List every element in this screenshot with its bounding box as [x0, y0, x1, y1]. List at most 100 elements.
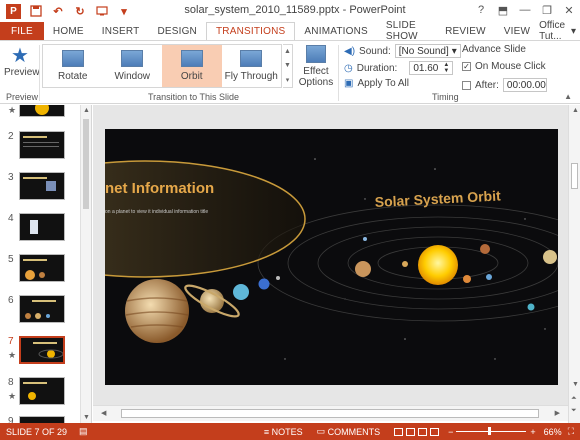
tab-file[interactable]: FILE	[0, 22, 44, 40]
gallery-more-icon[interactable]: ▾	[286, 76, 290, 84]
slide-thumbnail[interactable]: 3	[0, 172, 91, 212]
scroll-up-icon[interactable]: ▲	[572, 107, 579, 114]
apply-to-all-button[interactable]: ▣ Apply To All	[344, 78, 409, 89]
scrollbar-thumb[interactable]	[83, 119, 89, 209]
tab-view[interactable]: VIEW	[495, 22, 539, 40]
rotate-icon	[61, 50, 84, 67]
collapse-ribbon-icon[interactable]: ▲	[564, 92, 572, 101]
tab-insert[interactable]: INSERT	[93, 22, 149, 40]
close-button[interactable]: ✕	[558, 0, 580, 20]
slide-thumbnail[interactable]: 2	[0, 131, 91, 171]
tab-design[interactable]: DESIGN	[148, 22, 206, 40]
fit-slide-icon[interactable]: ⛶	[568, 426, 574, 437]
tab-transitions[interactable]: TRANSITIONS	[205, 22, 296, 40]
scrollbar-thumb[interactable]	[121, 409, 539, 418]
minimize-button[interactable]: —	[514, 0, 536, 20]
slide-preview-selected	[19, 336, 65, 364]
scroll-down-icon[interactable]: ▼	[572, 381, 579, 388]
customize-toolbar-icon[interactable]: ▾	[117, 4, 131, 18]
preview-group-label: Preview	[6, 92, 39, 102]
slide-thumbnail[interactable]: 6	[0, 295, 91, 335]
transition-fly-through[interactable]: Fly Through	[222, 45, 282, 87]
status-bar: SLIDE 7 OF 29 ▤ ≡ NOTES ▭ COMMENTS − + 6…	[0, 423, 580, 440]
slide-preview	[19, 254, 65, 282]
current-slide[interactable]: net Information on a planet to view it i…	[105, 129, 558, 385]
tab-animations[interactable]: ANIMATIONS	[295, 22, 376, 40]
slide-number: 4	[8, 213, 14, 224]
preview-star-icon: ★	[11, 45, 29, 67]
preview-label: Preview	[4, 67, 40, 78]
on-mouse-click-checkbox[interactable]: ✓	[462, 62, 471, 71]
undo-icon[interactable]: ↶	[51, 4, 65, 18]
quick-access-toolbar: P ↶ ↻ ▾	[0, 3, 131, 19]
previous-slide-icon[interactable]: ⏶	[571, 395, 577, 403]
scroll-down-icon[interactable]: ▼	[83, 414, 90, 421]
normal-view-icon[interactable]	[394, 427, 404, 436]
slides-thumbnail-pane: ★ 2 3 4 5 6 7 ★ 8 ★ 9 ▲ ▼	[0, 105, 92, 423]
editor-vertical-scrollbar[interactable]: ▲ ▼ ⏶ ⏷	[568, 105, 580, 423]
effect-options-icon	[306, 45, 326, 63]
transition-orbit[interactable]: Orbit	[162, 45, 222, 87]
zoom-slider[interactable]	[455, 427, 526, 435]
slide-thumbnail[interactable]: 5	[0, 254, 91, 294]
duration-clock-icon: ◷	[344, 62, 353, 74]
slide-show-icon[interactable]	[430, 427, 440, 436]
transition-star-icon: ★	[8, 350, 17, 360]
slide-thumbnail[interactable]: 9	[0, 416, 91, 423]
spinner-arrows-icon[interactable]: ▲ ▼	[443, 62, 449, 74]
slide-thumbnail[interactable]: 4	[0, 213, 91, 253]
scroll-up-icon[interactable]: ▲	[83, 107, 90, 114]
transition-star-icon: ★	[8, 391, 17, 401]
start-from-beginning-icon[interactable]	[95, 4, 109, 18]
spelling-check-icon[interactable]: ▤	[79, 426, 88, 437]
duration-spinner[interactable]: 01.60 ▲ ▼	[409, 61, 454, 75]
left-slide-title: net Information	[105, 180, 214, 197]
scroll-up-icon[interactable]: ▲	[284, 48, 291, 55]
sun-icon	[35, 105, 49, 115]
slide-thumbnail[interactable]: 7 ★	[0, 336, 91, 376]
slide-thumbnail[interactable]: 8 ★	[0, 377, 91, 417]
comments-icon: ▭	[316, 426, 328, 436]
notes-button[interactable]: ≡ NOTES	[264, 427, 303, 437]
scroll-right-icon[interactable]: ▶	[555, 409, 560, 417]
restore-button[interactable]: ❐	[536, 0, 558, 20]
orbit-icon	[180, 50, 203, 67]
scrollbar-thumb[interactable]	[571, 163, 578, 189]
zoom-in-button[interactable]: +	[528, 427, 535, 437]
ribbon-display-icon[interactable]: ⬒	[492, 0, 514, 20]
editor-horizontal-scrollbar[interactable]: ◀ ▶	[93, 405, 568, 421]
preview-button[interactable]: ★ Preview	[4, 45, 40, 87]
help-button[interactable]: ?	[470, 0, 492, 20]
gallery-scroll[interactable]: ▲ ▼ ▾	[283, 44, 293, 88]
redo-icon[interactable]: ↻	[73, 4, 87, 18]
tab-home[interactable]: HOME	[44, 22, 93, 40]
group-divider	[39, 45, 40, 101]
save-icon[interactable]	[29, 4, 43, 18]
tab-review[interactable]: REVIEW	[436, 22, 495, 40]
effect-options-button[interactable]: Effect Options	[298, 45, 334, 91]
transition-window[interactable]: Window	[103, 45, 163, 87]
transition-label: Orbit	[180, 71, 203, 82]
next-slide-icon[interactable]: ⏷	[571, 407, 577, 415]
zoom-out-button[interactable]: −	[448, 427, 456, 437]
reading-view-icon[interactable]	[418, 427, 428, 436]
slide-sorter-icon[interactable]	[406, 427, 416, 436]
slide-number: 8	[8, 377, 14, 388]
thumbnail-scrollbar[interactable]: ▲ ▼	[80, 105, 91, 423]
user-account[interactable]: Office Tut... ▾	[539, 20, 580, 42]
ribbon-tabs: FILE HOME INSERT DESIGN TRANSITIONS ANIM…	[0, 20, 580, 42]
transitions-group-label: Transition to This Slide	[148, 92, 240, 102]
zoom-level[interactable]: 66%	[544, 427, 562, 437]
chevron-down-icon: ▾	[451, 45, 457, 57]
title-bar: P ↶ ↻ ▾ solar_system_2010_11589.pptx - P…	[0, 0, 580, 22]
scroll-left-icon[interactable]: ◀	[101, 409, 106, 417]
slide-artwork: net Information on a planet to view it i…	[105, 129, 558, 385]
sound-select[interactable]: [No Sound] ▾	[394, 44, 461, 58]
tab-slide-show[interactable]: SLIDE SHOW	[377, 20, 436, 42]
comments-button[interactable]: ▭ COMMENTS	[317, 426, 381, 437]
after-time-field[interactable]: 00:00.00	[502, 78, 547, 92]
notes-icon: ≡	[263, 426, 272, 437]
after-checkbox[interactable]	[462, 80, 471, 90]
scroll-down-icon[interactable]: ▼	[284, 62, 291, 69]
transition-rotate[interactable]: Rotate	[43, 45, 103, 87]
